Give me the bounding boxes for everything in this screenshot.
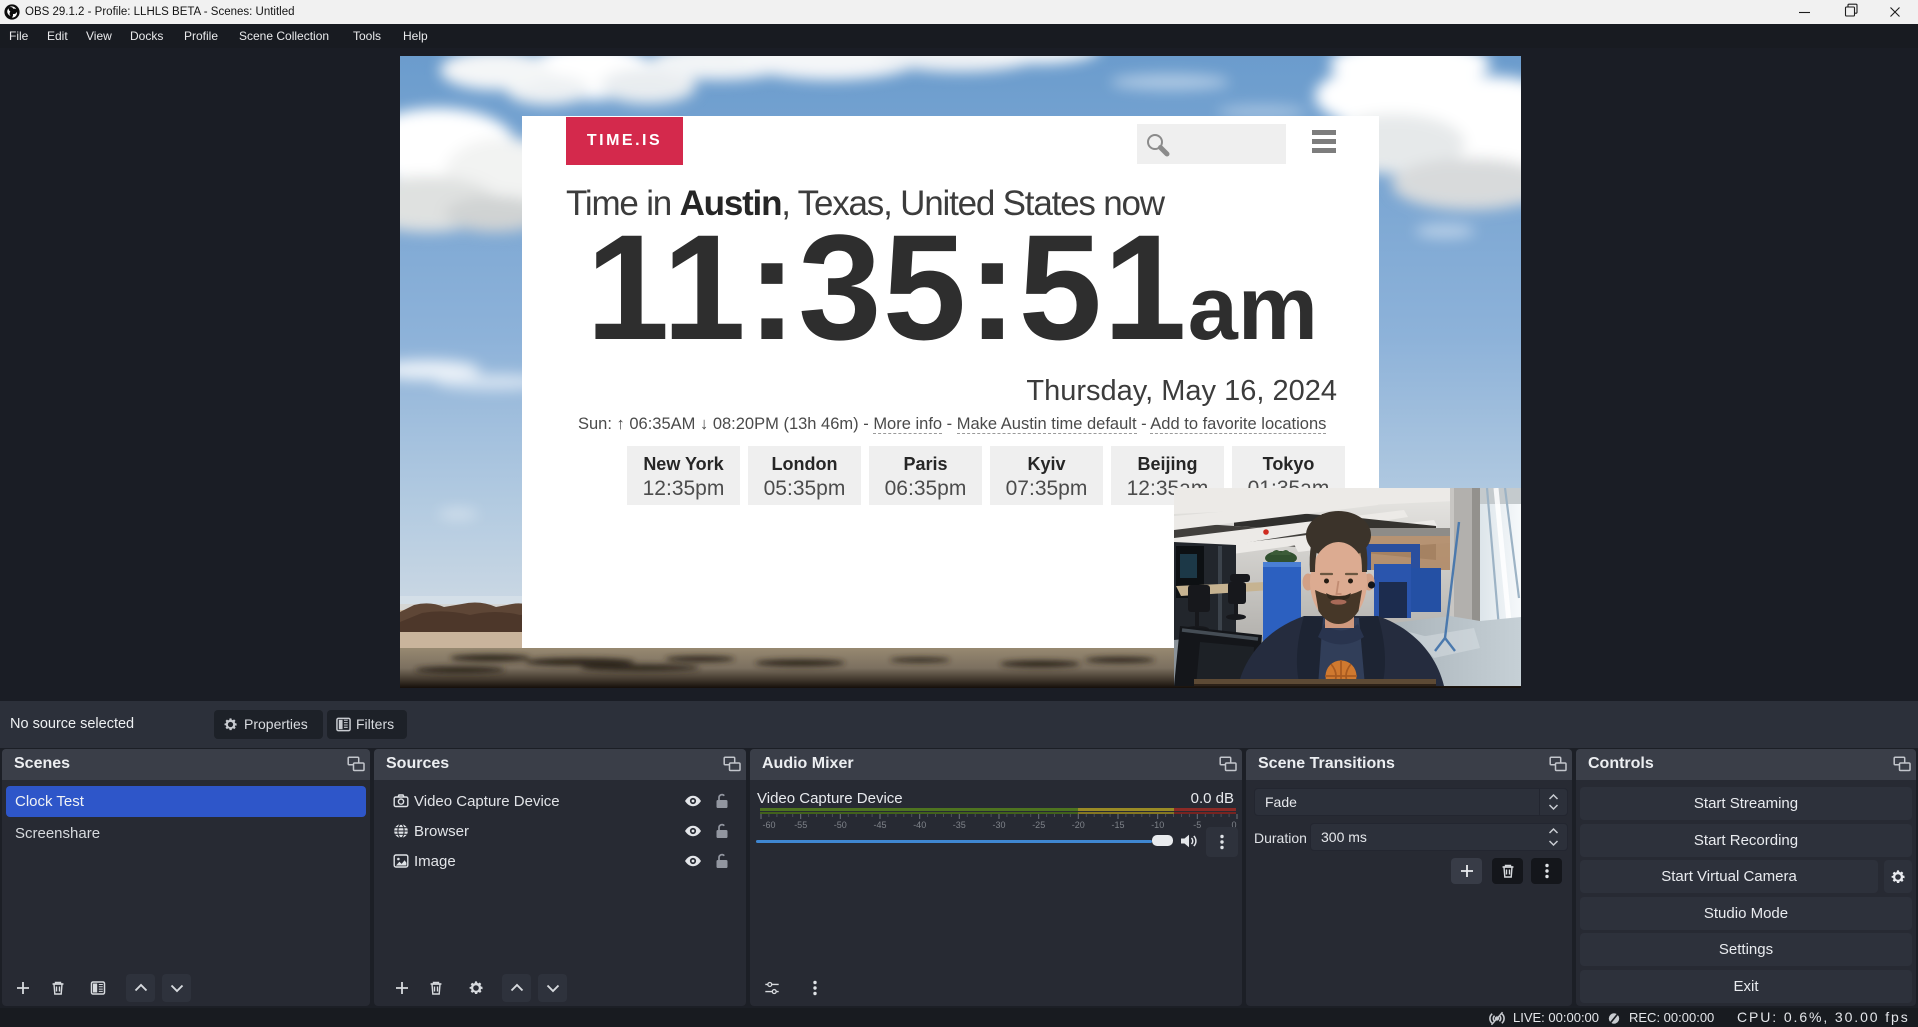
svg-text:-5: -5 (1193, 820, 1201, 830)
svg-text:-25: -25 (1032, 820, 1045, 830)
svg-text:-55: -55 (794, 820, 807, 830)
svg-text:-30: -30 (992, 820, 1005, 830)
svg-text:-60: -60 (762, 820, 775, 830)
svg-text:-10: -10 (1151, 820, 1164, 830)
svg-text:-20: -20 (1072, 820, 1085, 830)
svg-text:-50: -50 (834, 820, 847, 830)
svg-text:-15: -15 (1111, 820, 1124, 830)
svg-text:-35: -35 (953, 820, 966, 830)
svg-text:-40: -40 (913, 820, 926, 830)
svg-text:-45: -45 (873, 820, 886, 830)
